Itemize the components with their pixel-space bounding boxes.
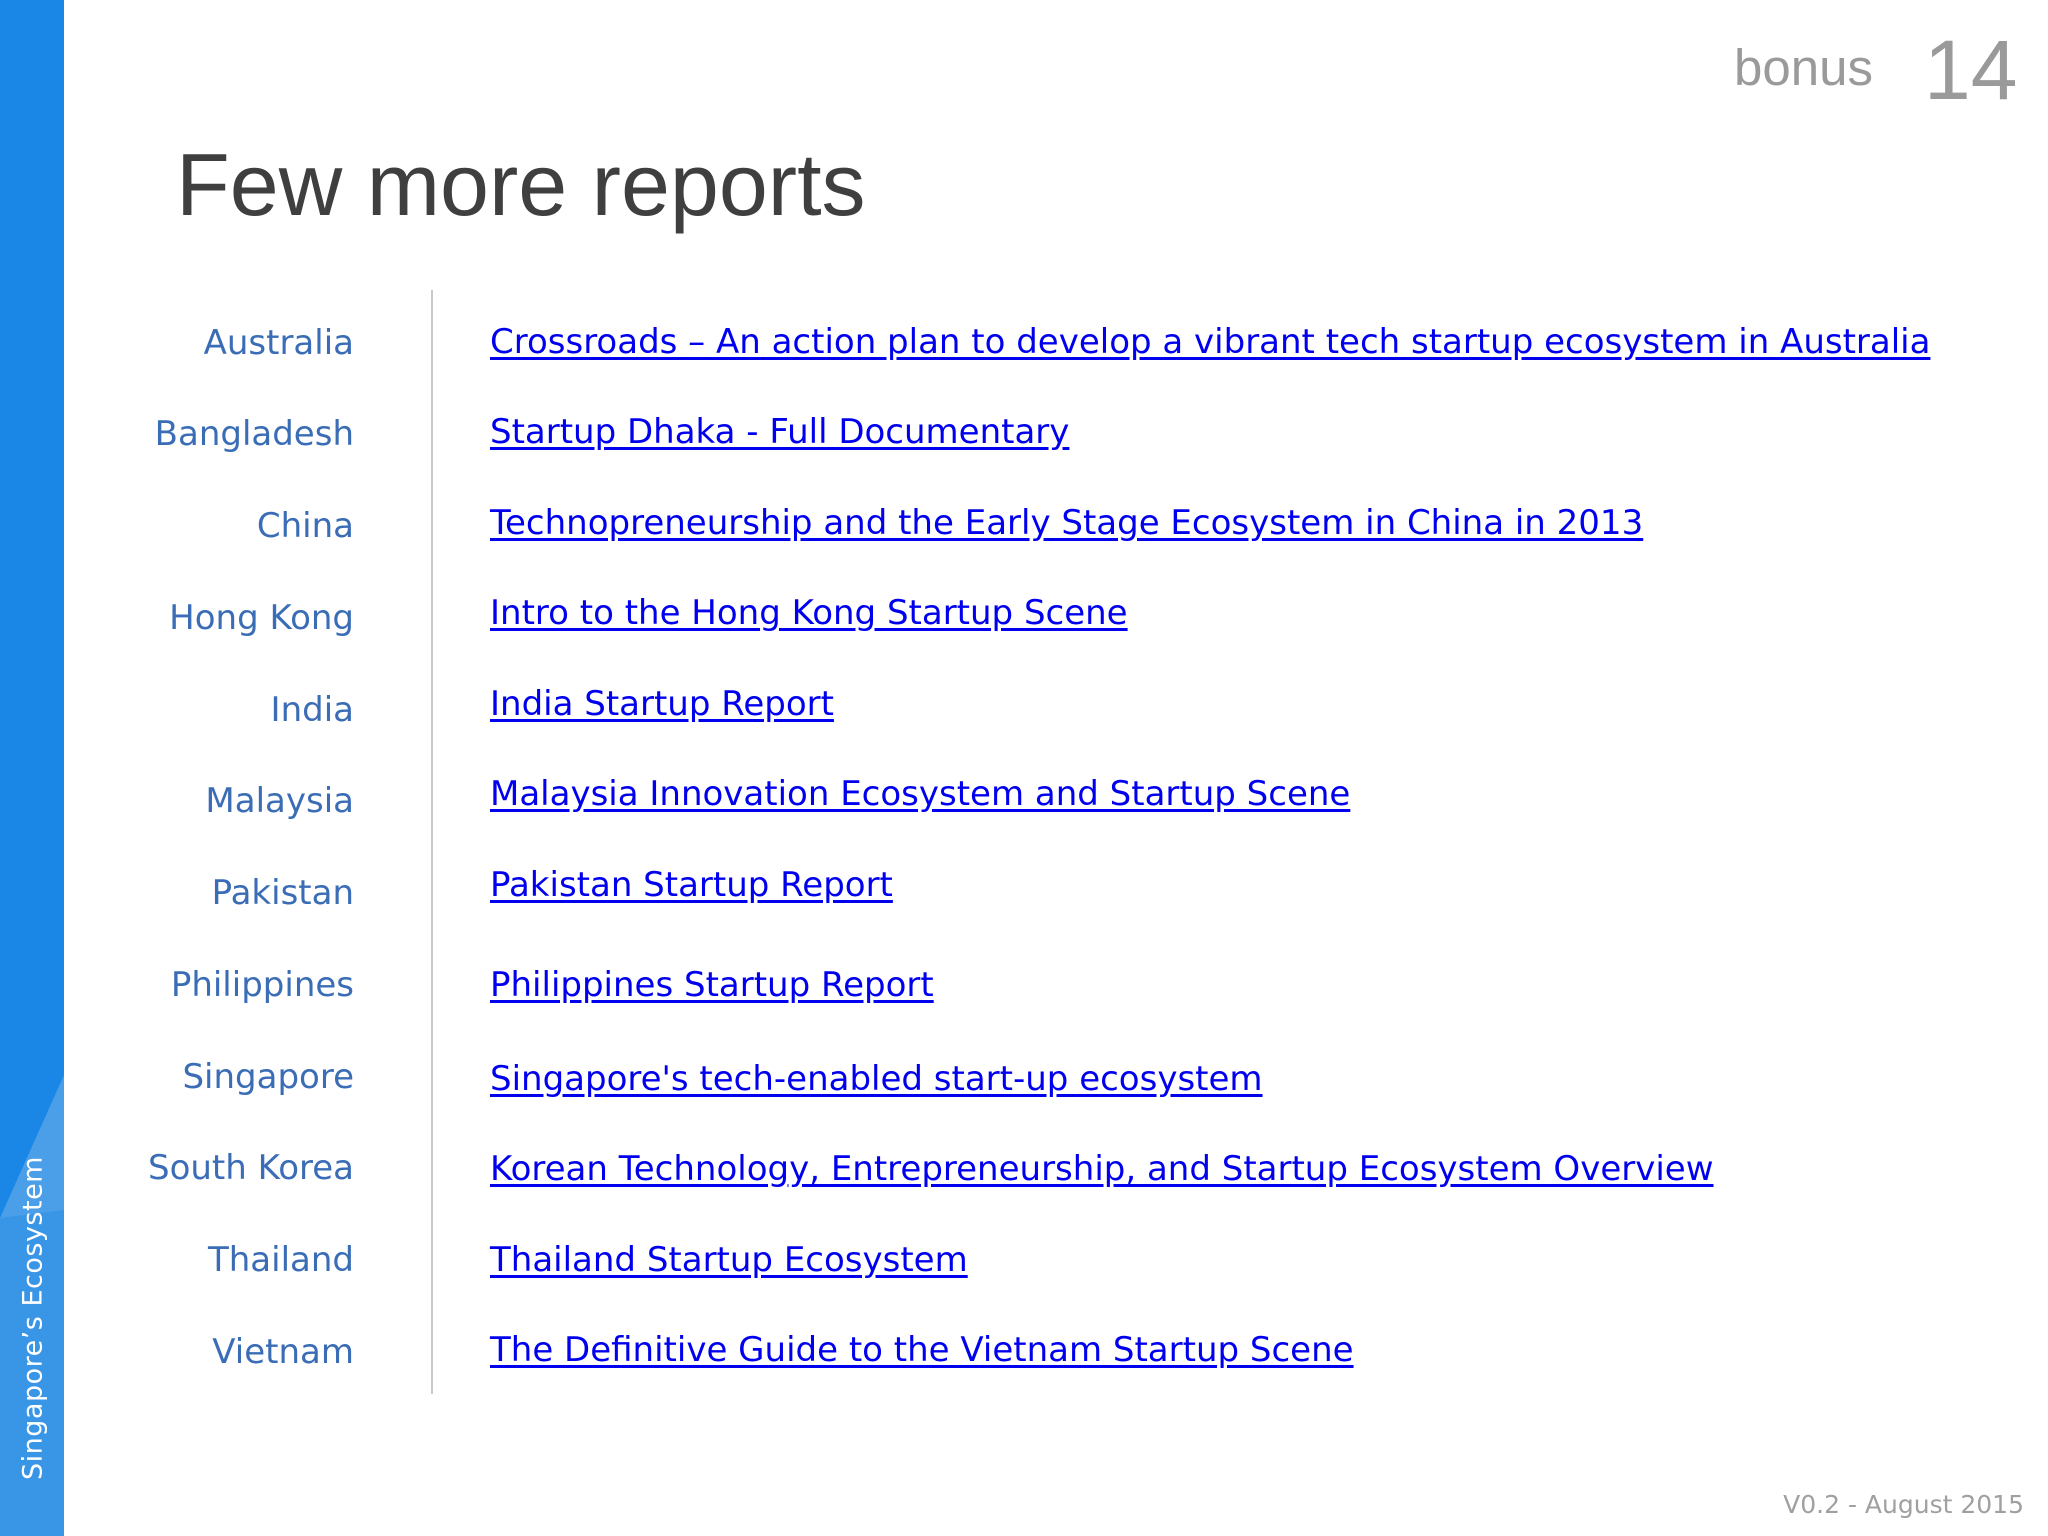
report-link-singapore[interactable]: Singapore's tech-enabled start-up ecosys…: [490, 1057, 1263, 1101]
country-label-pakistan: Pakistan: [211, 873, 354, 913]
country-label-india: India: [270, 690, 354, 730]
version-footer: V0.2 - August 2015: [1783, 1490, 2024, 1519]
report-link-south-korea[interactable]: Korean Technology, Entrepreneurship, and…: [490, 1147, 1714, 1191]
country-label-vietnam: Vietnam: [212, 1332, 354, 1372]
country-label-south-korea: South Korea: [147, 1148, 354, 1188]
report-link-pakistan[interactable]: Pakistan Startup Report: [490, 863, 893, 907]
sidebar: Singapore’s Ecosystem: [0, 0, 64, 1536]
country-label-philippines: Philippines: [170, 965, 354, 1005]
report-link-china[interactable]: Technopreneurship and the Early Stage Ec…: [490, 501, 1643, 545]
country-label-thailand: Thailand: [207, 1240, 354, 1280]
country-label-bangladesh: Bangladesh: [154, 414, 354, 454]
report-link-bangladesh[interactable]: Startup Dhaka - Full Documentary: [490, 410, 1069, 454]
report-link-philippines[interactable]: Philippines Startup Report: [490, 963, 934, 1007]
country-label-hong-kong: Hong Kong: [169, 598, 354, 638]
report-link-vietnam[interactable]: The Definitive Guide to the Vietnam Star…: [490, 1328, 1354, 1372]
page-number: 14: [1924, 23, 2018, 117]
report-link-australia[interactable]: Crossroads – An action plan to develop a…: [490, 320, 1930, 364]
country-label-singapore: Singapore: [182, 1057, 354, 1097]
bonus-label: bonus: [1734, 39, 1873, 96]
country-label-malaysia: Malaysia: [205, 781, 354, 821]
report-link-india[interactable]: India Startup Report: [490, 682, 834, 726]
report-link-thailand[interactable]: Thailand Startup Ecosystem: [490, 1238, 968, 1282]
report-link-malaysia[interactable]: Malaysia Innovation Ecosystem and Startu…: [490, 772, 1350, 816]
column-divider: [431, 290, 433, 1394]
sidebar-section-label: Singapore’s Ecosystem: [17, 1156, 49, 1480]
page-title: Few more reports: [176, 135, 866, 234]
country-label-australia: Australia: [203, 323, 354, 363]
country-label-china: China: [256, 506, 354, 546]
report-link-hong-kong[interactable]: Intro to the Hong Kong Startup Scene: [490, 591, 1128, 635]
